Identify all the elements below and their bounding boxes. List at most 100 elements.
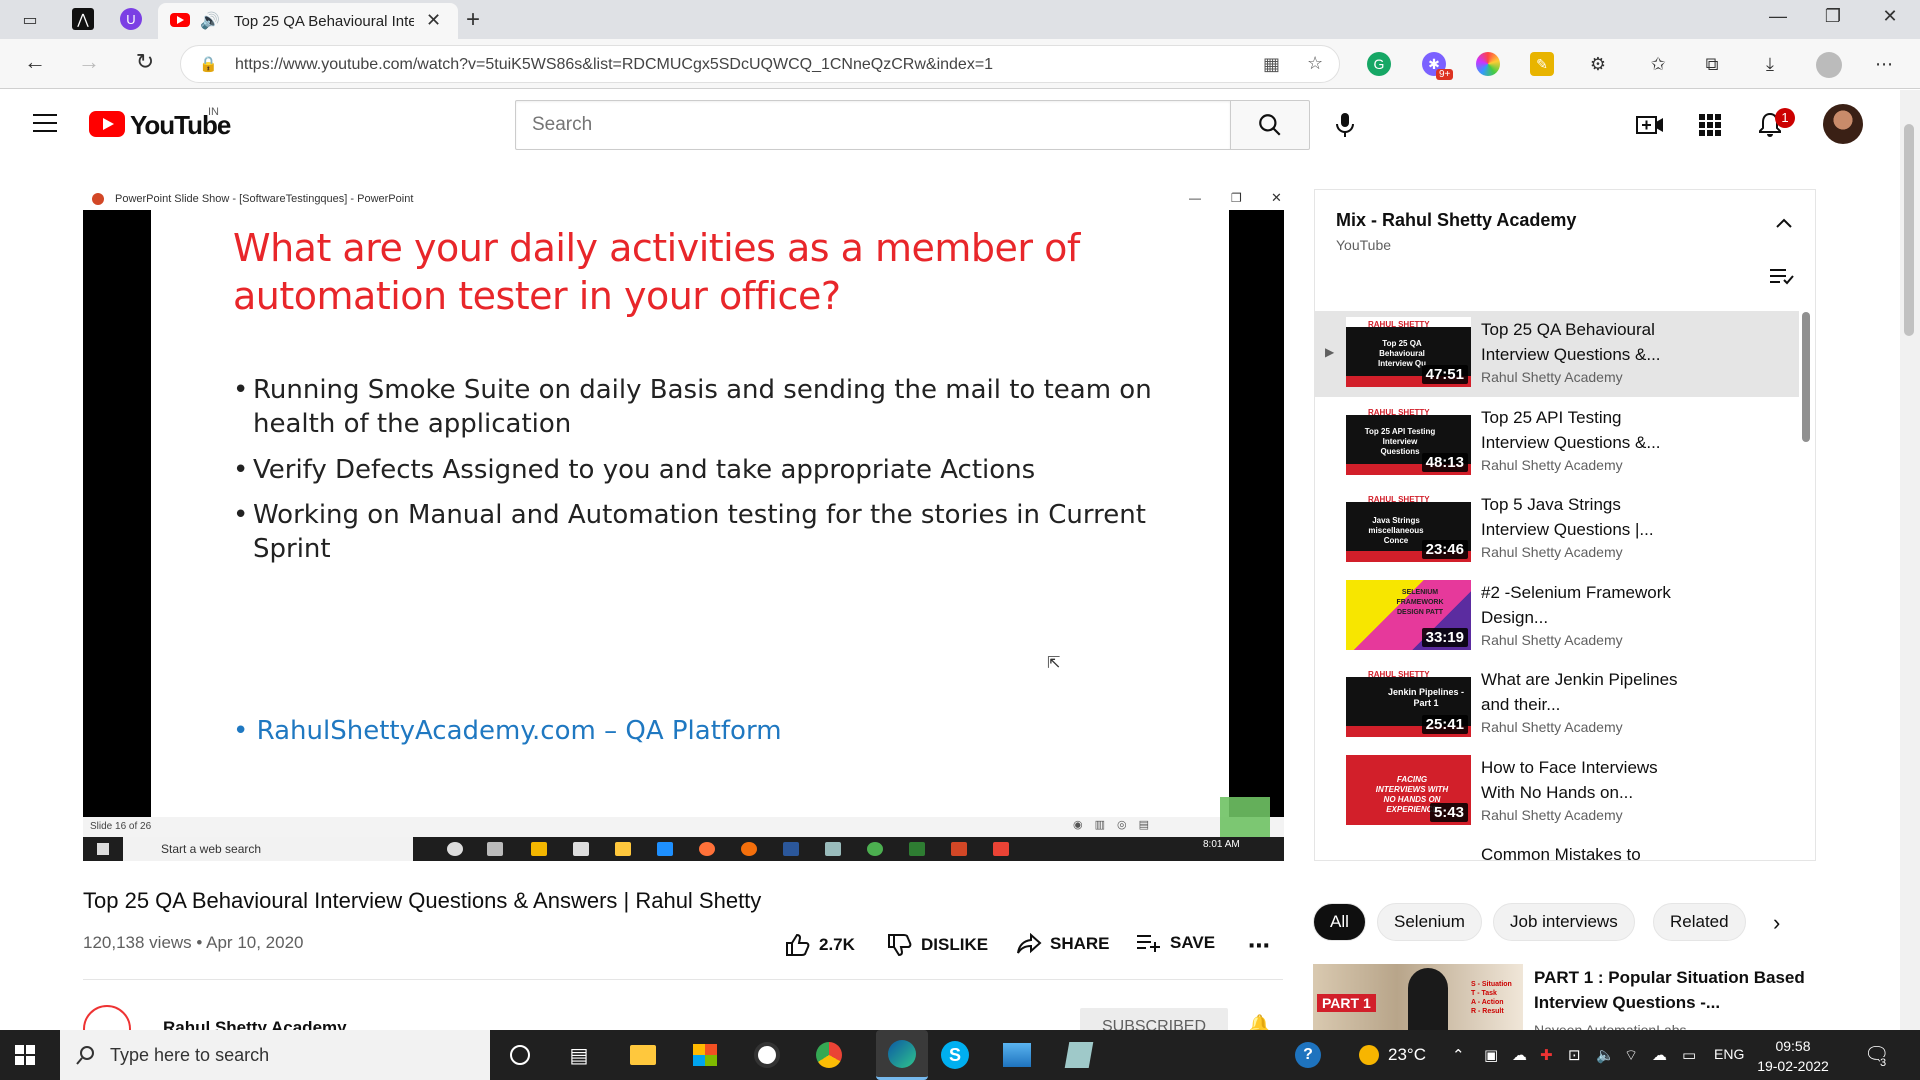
- weather-icon[interactable]: [1359, 1045, 1379, 1065]
- playlist-item[interactable]: SELENIUM FRAMEWORK DESIGN PATT 33:19 #2 …: [1315, 574, 1799, 660]
- video-thumbnail[interactable]: RAHUL SHETTY Top 25 API Testing Intervie…: [1346, 405, 1471, 475]
- weather-temp[interactable]: 23°C: [1388, 1045, 1426, 1065]
- app-icon-2[interactable]: [1064, 1040, 1094, 1070]
- tray-app-icon-2[interactable]: ✚: [1540, 1046, 1553, 1064]
- recommended-channel[interactable]: Naveen AutomationLabs: [1534, 1022, 1687, 1030]
- file-explorer-icon[interactable]: [628, 1040, 658, 1070]
- refresh-icon[interactable]: ↻: [130, 49, 160, 75]
- cloud-icon[interactable]: ☁: [1652, 1046, 1667, 1064]
- pinned-tab-icon-2[interactable]: U: [120, 8, 142, 30]
- tray-app-icon-3[interactable]: ⊡: [1568, 1046, 1581, 1064]
- app-available-icon[interactable]: ▦: [1263, 54, 1280, 75]
- recommended-title[interactable]: PART 1 : Popular Situation Based Intervi…: [1534, 965, 1814, 1015]
- page-scrollbar-thumb[interactable]: [1904, 124, 1914, 336]
- subscribed-button[interactable]: SUBSCRIBED: [1080, 1008, 1228, 1030]
- extensions-puzzle-icon[interactable]: ⚙: [1586, 52, 1610, 76]
- profile-icon[interactable]: [1816, 52, 1842, 78]
- like-button[interactable]: 2.7K: [785, 933, 855, 957]
- save-playlist-button[interactable]: [1769, 268, 1795, 291]
- search-button[interactable]: [1230, 100, 1310, 150]
- notification-bell-icon[interactable]: 🔔: [1248, 1014, 1270, 1030]
- playlist-scrollbar[interactable]: [1802, 312, 1810, 442]
- youtube-logo-icon[interactable]: [89, 111, 125, 137]
- grammarly-extension-icon[interactable]: G: [1367, 52, 1391, 76]
- back-icon[interactable]: ←: [20, 49, 50, 75]
- dislike-button[interactable]: DISLIKE: [887, 933, 988, 957]
- task-view-icon[interactable]: ▤: [564, 1040, 594, 1070]
- microsoft-store-icon[interactable]: [690, 1040, 720, 1070]
- menu-icon[interactable]: [33, 114, 57, 132]
- taskbar-search[interactable]: Type here to search: [60, 1030, 490, 1080]
- video-thumbnail[interactable]: RAHUL SHETTY Java Strings miscellaneous …: [1346, 492, 1471, 562]
- app-icon[interactable]: [752, 1040, 782, 1070]
- more-actions-icon[interactable]: ⋯: [1248, 933, 1270, 959]
- forward-icon[interactable]: →: [74, 49, 104, 75]
- playlist-item[interactable]: ▶ RAHUL SHETTY Top 25 QA Behavioural Int…: [1315, 311, 1799, 397]
- channel-avatar[interactable]: [83, 1005, 131, 1032]
- search-box[interactable]: [515, 100, 1231, 150]
- voice-search-button[interactable]: [1324, 104, 1366, 146]
- volume-icon[interactable]: 🔈: [1596, 1046, 1615, 1064]
- chevron-up-tray-icon[interactable]: ⌃: [1452, 1046, 1465, 1064]
- video-thumbnail[interactable]: SELENIUM FRAMEWORK DESIGN PATT 33:19: [1346, 580, 1471, 650]
- chip-related[interactable]: Related: [1653, 903, 1746, 941]
- battery-icon[interactable]: ▭: [1682, 1046, 1696, 1064]
- color-extension-icon[interactable]: [1476, 52, 1500, 76]
- url-bar[interactable]: 🔒 https://www.youtube.com/watch?v=5tuiK5…: [180, 45, 1340, 83]
- recommended-thumbnail[interactable]: PART 1 S - Situation T - Task A - Action…: [1313, 964, 1523, 1030]
- video-thumbnail[interactable]: RAHUL SHETTY Top 25 QA Behavioural Inter…: [1346, 317, 1471, 387]
- video-player[interactable]: PowerPoint Slide Show - [SoftwareTesting…: [83, 189, 1284, 861]
- playlist-item[interactable]: RAHUL SHETTY Jenkin Pipelines -Part 1 25…: [1315, 661, 1799, 747]
- close-window-icon[interactable]: ✕: [1870, 6, 1910, 27]
- playlist-title[interactable]: Mix - Rahul Shetty Academy: [1336, 210, 1576, 231]
- cortana-icon[interactable]: [505, 1040, 535, 1070]
- taskbar-clock[interactable]: 09:58 19-02-2022: [1753, 1036, 1833, 1076]
- chevron-right-icon[interactable]: ›: [1773, 910, 1780, 936]
- playlist-item[interactable]: RAHUL SHETTY Java Strings miscellaneous …: [1315, 486, 1799, 572]
- page-scrollbar[interactable]: [1900, 90, 1920, 1030]
- favorite-star-icon[interactable]: ☆: [1307, 53, 1323, 74]
- chip-job-interviews[interactable]: Job interviews: [1493, 903, 1635, 941]
- edge-icon[interactable]: [876, 1030, 928, 1080]
- playlist-item[interactable]: RAHUL SHETTY Top 25 API Testing Intervie…: [1315, 399, 1799, 485]
- language-indicator[interactable]: ENG: [1714, 1046, 1744, 1062]
- notes-extension-icon[interactable]: ✎: [1530, 52, 1554, 76]
- close-tab-icon[interactable]: ✕: [426, 10, 441, 31]
- share-button[interactable]: SHARE: [1016, 933, 1110, 955]
- video-thumbnail[interactable]: RAHUL SHETTY Jenkin Pipelines -Part 1 25…: [1346, 667, 1471, 737]
- wifi-icon[interactable]: ⌔: [1624, 1046, 1638, 1065]
- channel-name[interactable]: Rahul Shetty Academy: [163, 1018, 347, 1030]
- playlist-item[interactable]: Common Mistakes to: [1315, 836, 1799, 860]
- playlist-item[interactable]: FACING INTERVIEWS WITH NO HANDS ON EXPER…: [1315, 749, 1799, 835]
- active-tab[interactable]: 🔊 Top 25 QA Behavioural Inter ✕: [158, 3, 458, 39]
- skype-icon[interactable]: S: [940, 1040, 970, 1070]
- more-options-icon[interactable]: ⋯: [1872, 52, 1896, 76]
- favorites-icon[interactable]: ✩: [1646, 52, 1670, 76]
- speaker-icon[interactable]: 🔊: [200, 11, 220, 31]
- new-tab-icon[interactable]: +: [466, 6, 480, 34]
- save-button[interactable]: SAVE: [1136, 933, 1215, 953]
- chip-all[interactable]: All: [1313, 903, 1366, 941]
- thumb-caption: Java Strings miscellaneous Conce: [1368, 516, 1424, 545]
- help-icon[interactable]: ?: [1293, 1040, 1323, 1070]
- maximize-icon[interactable]: ❐: [1813, 6, 1853, 27]
- chip-selenium[interactable]: Selenium: [1377, 903, 1482, 941]
- chevron-up-icon[interactable]: [1775, 216, 1793, 234]
- video-thumbnail[interactable]: FACING INTERVIEWS WITH NO HANDS ON EXPER…: [1346, 755, 1471, 825]
- tab-actions-icon[interactable]: ▭: [18, 8, 42, 32]
- tray-app-icon[interactable]: ▣: [1484, 1046, 1498, 1064]
- photos-icon[interactable]: [1002, 1040, 1032, 1070]
- collections-icon[interactable]: ⧉: [1700, 52, 1724, 76]
- avatar[interactable]: [1823, 104, 1863, 144]
- lock-icon[interactable]: 🔒: [199, 55, 218, 73]
- search-input[interactable]: [516, 101, 1230, 149]
- minimize-icon[interactable]: —: [1758, 6, 1798, 27]
- pinned-tab-icon[interactable]: ⋀: [72, 8, 94, 30]
- onedrive-icon[interactable]: ☁: [1512, 1046, 1527, 1064]
- windows-start-icon[interactable]: [15, 1045, 35, 1065]
- downloads-icon[interactable]: ⤓: [1758, 52, 1782, 76]
- apps-button[interactable]: [1695, 110, 1725, 140]
- url-text[interactable]: https://www.youtube.com/watch?v=5tuiK5WS…: [235, 56, 993, 74]
- chrome-icon[interactable]: [814, 1040, 844, 1070]
- create-video-button[interactable]: [1635, 110, 1665, 140]
